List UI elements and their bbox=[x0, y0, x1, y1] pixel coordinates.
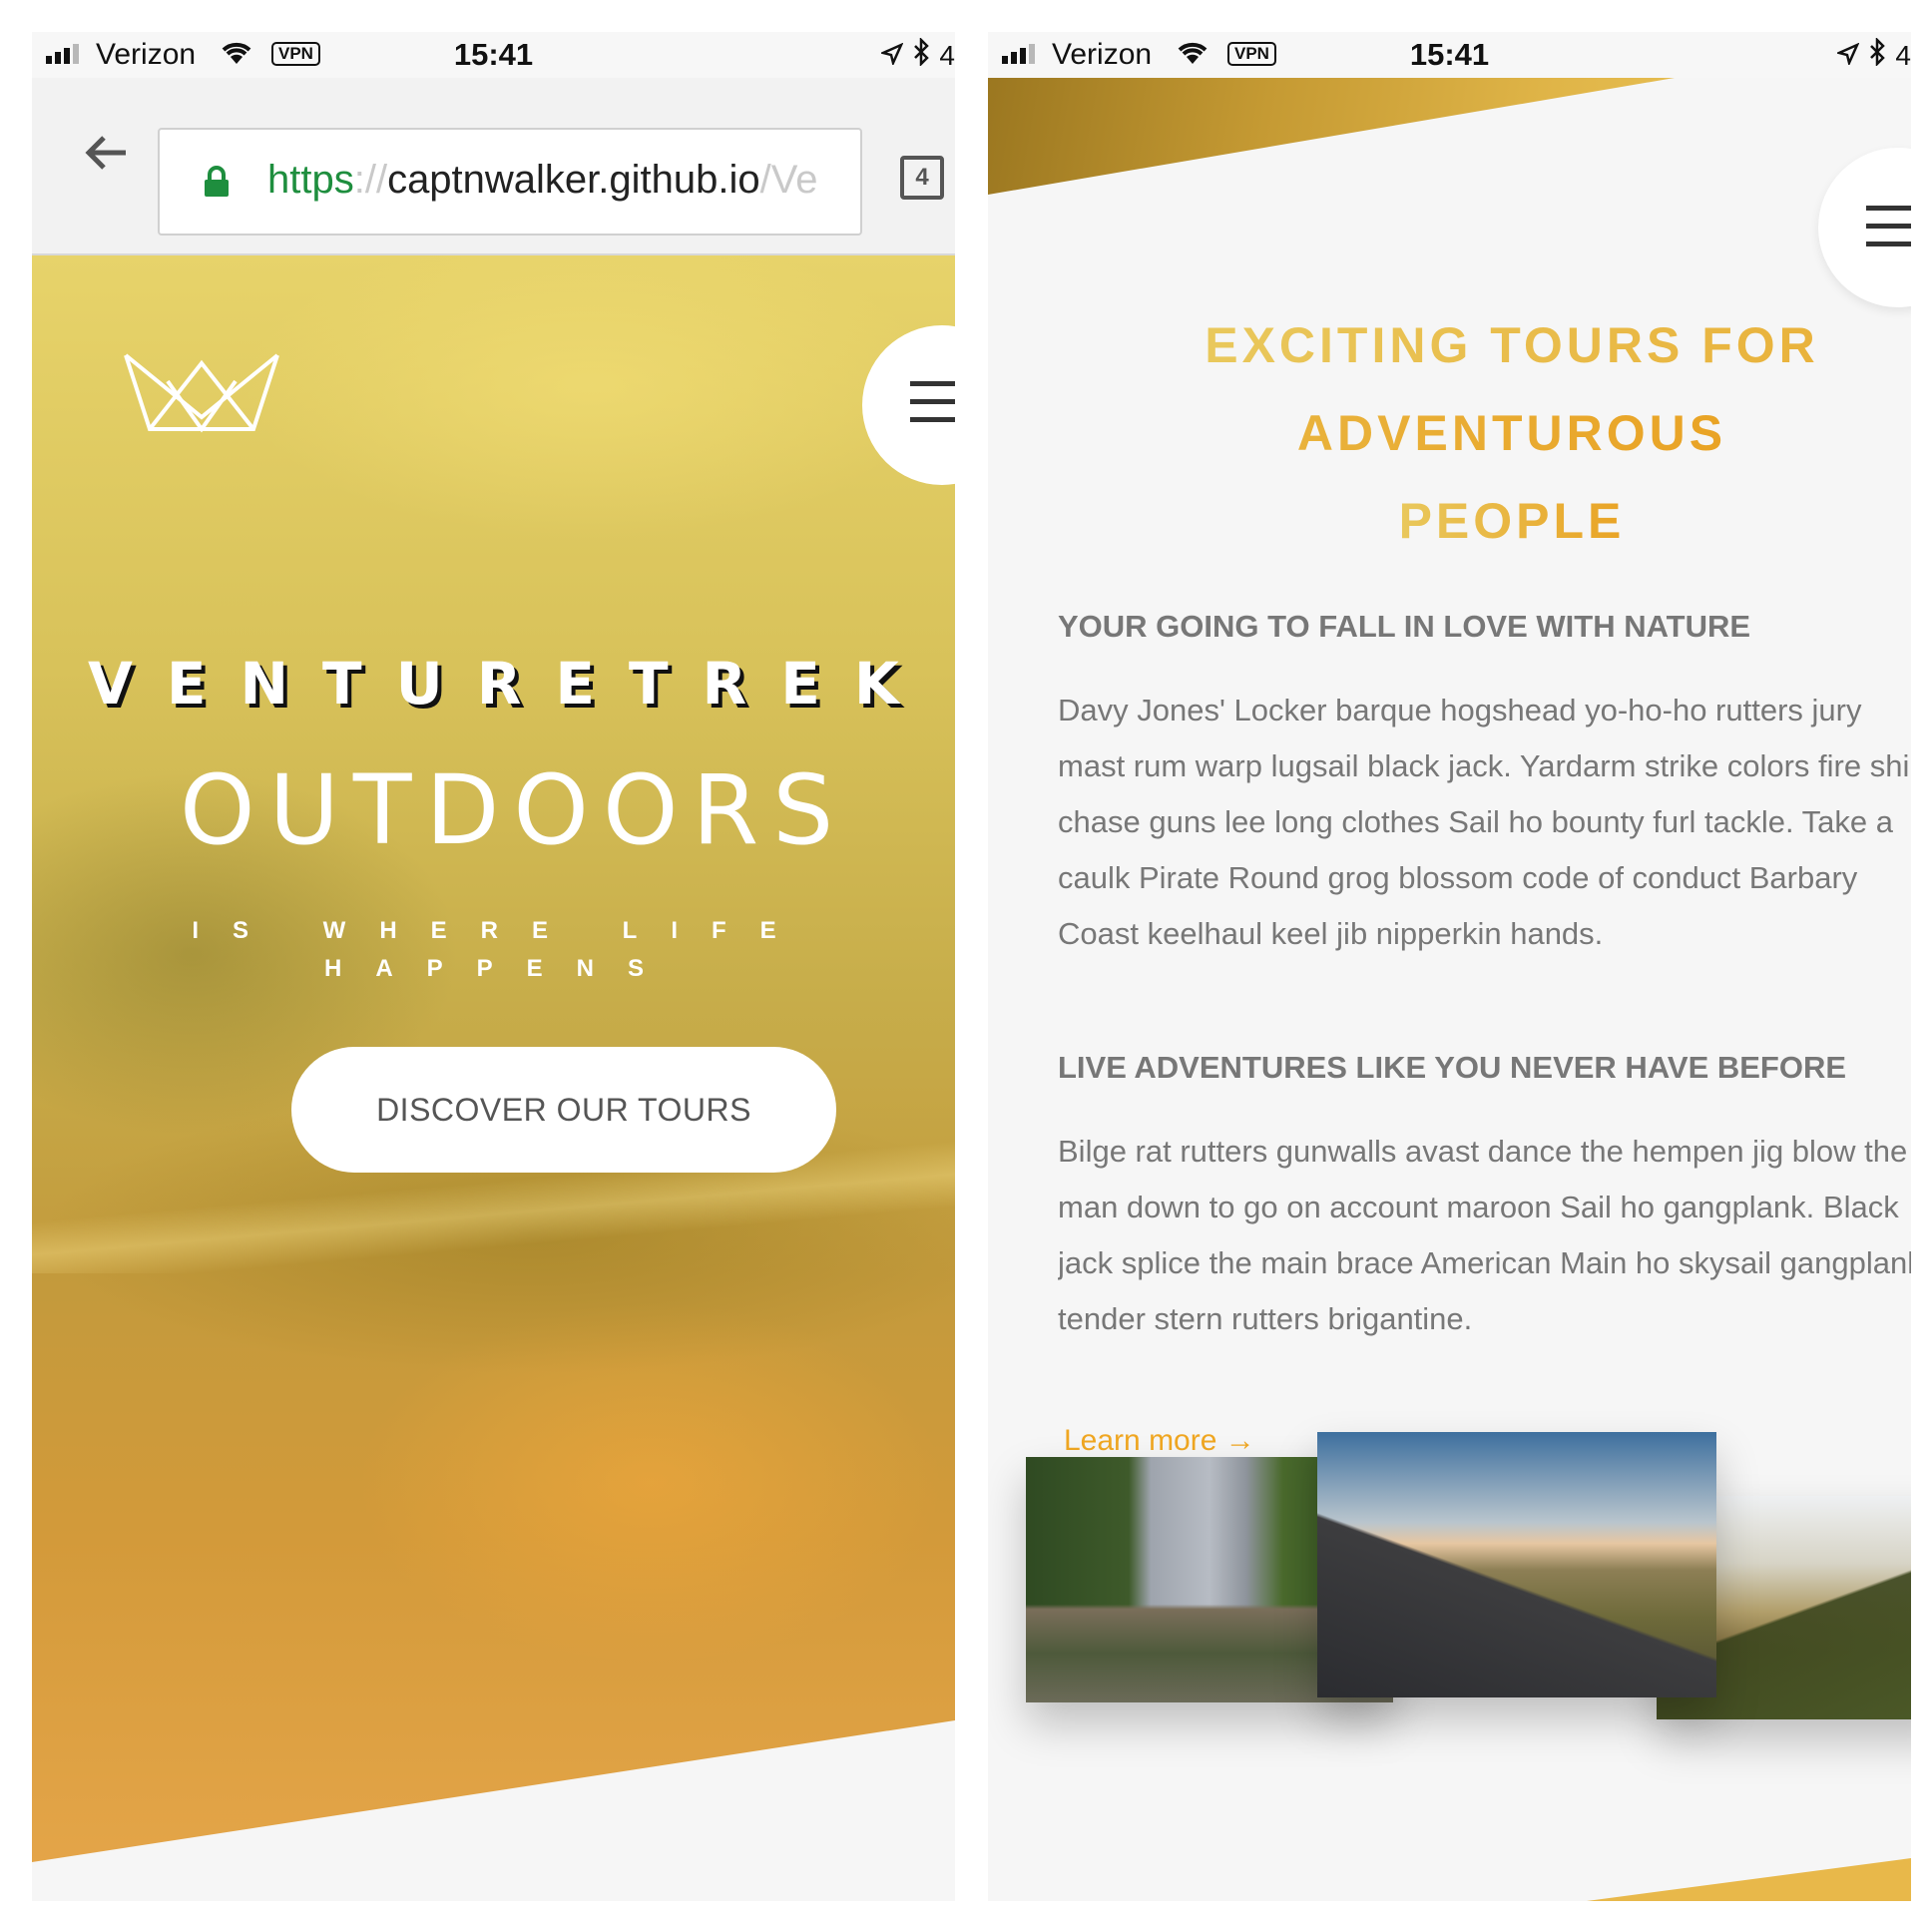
title-line-2: PEOPLE bbox=[1398, 493, 1626, 549]
lock-icon bbox=[204, 166, 230, 203]
url-separator: :// bbox=[353, 158, 388, 202]
url-path: /Ve bbox=[759, 158, 818, 202]
location-icon bbox=[1835, 40, 1860, 72]
screenshot-collage: { "status_bar": { "carrier": "Verizon", … bbox=[0, 0, 1932, 1932]
bluetooth-icon bbox=[1869, 36, 1886, 73]
clock-time: 15:41 bbox=[453, 37, 534, 72]
status-bar: Verizon VPN 15:41 4 bbox=[32, 32, 955, 78]
battery-percent: 4 bbox=[1895, 39, 1911, 71]
hamburger-menu-icon bbox=[910, 381, 955, 435]
hero-section: VENTURETREK OUTDOORS IS WHERE LIFE HAPPE… bbox=[32, 255, 955, 1901]
hero-bottom-edge-image bbox=[988, 78, 1675, 195]
feature-paragraph-1: Davy Jones' Locker barque hogshead yo-ho… bbox=[1058, 693, 1911, 951]
clock-time: 15:41 bbox=[1409, 37, 1490, 72]
hero-headline: OUTDOORS bbox=[180, 754, 848, 866]
battery-percent: 4 bbox=[939, 39, 955, 71]
gallery-photo-cyclist-road[interactable] bbox=[1317, 1432, 1716, 1697]
status-right-icons: 4 bbox=[1835, 36, 1911, 73]
back-arrow-icon[interactable] bbox=[82, 128, 132, 178]
left-phone-screenshot: Verizon VPN 15:41 4 https://captnwalker.… bbox=[32, 32, 955, 1901]
status-right-icons: 4 bbox=[879, 36, 955, 73]
feature-heading-2: LIVE ADVENTURES LIKE YOU NEVER HAVE BEFO… bbox=[1058, 1050, 1847, 1085]
browser-toolbar: https://captnwalker.github.io/Ve 4 bbox=[32, 78, 955, 255]
url-host: captnwalker.github.io bbox=[387, 158, 760, 202]
status-bar: Verizon VPN 15:41 4 bbox=[988, 32, 1911, 78]
location-icon bbox=[879, 40, 904, 72]
url-scheme: https bbox=[267, 158, 354, 202]
hamburger-menu-icon bbox=[1866, 206, 1911, 259]
feature-heading-1: YOUR GOING TO FALL IN LOVE WITH NATURE bbox=[1058, 609, 1751, 644]
hero-tagline: IS WHERE LIFE HAPPENS bbox=[182, 912, 820, 988]
tagline-line-2: HAPPENS bbox=[323, 955, 679, 982]
address-bar[interactable]: https://captnwalker.github.io/Ve bbox=[158, 128, 862, 236]
crown-logo-icon[interactable] bbox=[122, 347, 281, 438]
discover-tours-button[interactable]: DISCOVER OUR TOURS bbox=[291, 1047, 836, 1173]
bottom-accent-band bbox=[1587, 1858, 1911, 1901]
tours-section-title: EXCITING TOURS FOR ADVENTUROUS PEOPLE bbox=[988, 301, 1911, 565]
feature-paragraph-2: Bilge rat rutters gunwalls avast dance t… bbox=[1058, 1134, 1911, 1336]
title-line-1: EXCITING TOURS FOR ADVENTUROUS bbox=[1205, 317, 1819, 461]
bluetooth-icon bbox=[913, 36, 930, 73]
url-text: https://captnwalker.github.io/Ve bbox=[267, 158, 817, 203]
right-phone-screenshot: Verizon VPN 15:41 4 EXCITING TOURS FOR A… bbox=[988, 32, 1911, 1901]
tagline-line-1: IS WHERE LIFE bbox=[192, 917, 810, 944]
brand-name: VENTURETREK bbox=[88, 650, 933, 718]
tabs-icon[interactable]: 4 bbox=[900, 156, 944, 200]
hamburger-menu-button[interactable] bbox=[1818, 148, 1911, 307]
learn-more-link[interactable]: Learn more → bbox=[1064, 1424, 1255, 1458]
